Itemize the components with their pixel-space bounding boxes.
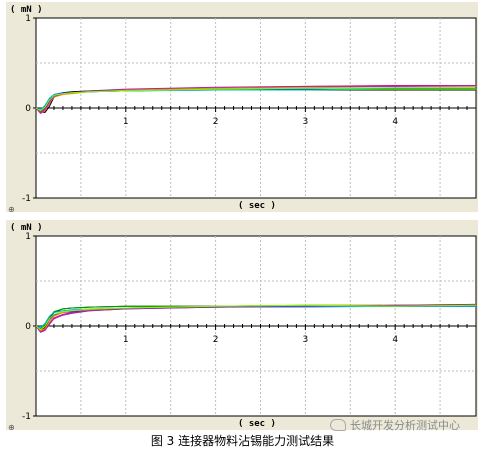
y-tick-label: -1: [22, 194, 31, 204]
y-tick-label: -1: [22, 412, 31, 422]
chart-panel-top: ( mN ) 1 2 3 4 1 0 -1 ( sec ) ⊕: [6, 2, 478, 214]
figure-caption: 图 3 连接器物料沾锡能力测试结果: [150, 434, 335, 448]
x-tick-label: 3: [303, 335, 309, 345]
y-tick-label: 1: [25, 232, 31, 242]
force-curve-plot-top: 1 2 3 4 1 0 -1: [22, 14, 477, 204]
x-tick-label: 1: [123, 335, 129, 345]
x-tick-label: 2: [213, 117, 219, 127]
x-axis-unit-label: ( sec ): [238, 419, 276, 429]
y-tick-label: 0: [25, 322, 31, 332]
force-curve-plot-bottom: 1 2 3 4 1 0 -1: [22, 232, 477, 422]
y-tick-label: 0: [25, 104, 31, 114]
x-tick-label: 3: [303, 117, 309, 127]
zoom-icon[interactable]: ⊕: [8, 423, 15, 432]
x-tick-label: 2: [213, 335, 219, 345]
zoom-icon[interactable]: ⊕: [8, 205, 15, 214]
x-tick-label: 4: [392, 117, 398, 127]
wechat-icon: [330, 419, 346, 431]
x-tick-label: 1: [123, 117, 129, 127]
chart-panel-bottom: ( mN ) 1 2 3 4 1 0 -1 ( sec ) ⊕: [6, 220, 478, 432]
y-tick-label: 1: [25, 14, 31, 24]
x-axis-unit-label: ( sec ): [238, 201, 276, 211]
x-tick-label: 4: [392, 335, 398, 345]
watermark-text: 长城开发分析测试中心: [350, 419, 460, 432]
watermark: 长城开发分析测试中心: [330, 417, 460, 433]
